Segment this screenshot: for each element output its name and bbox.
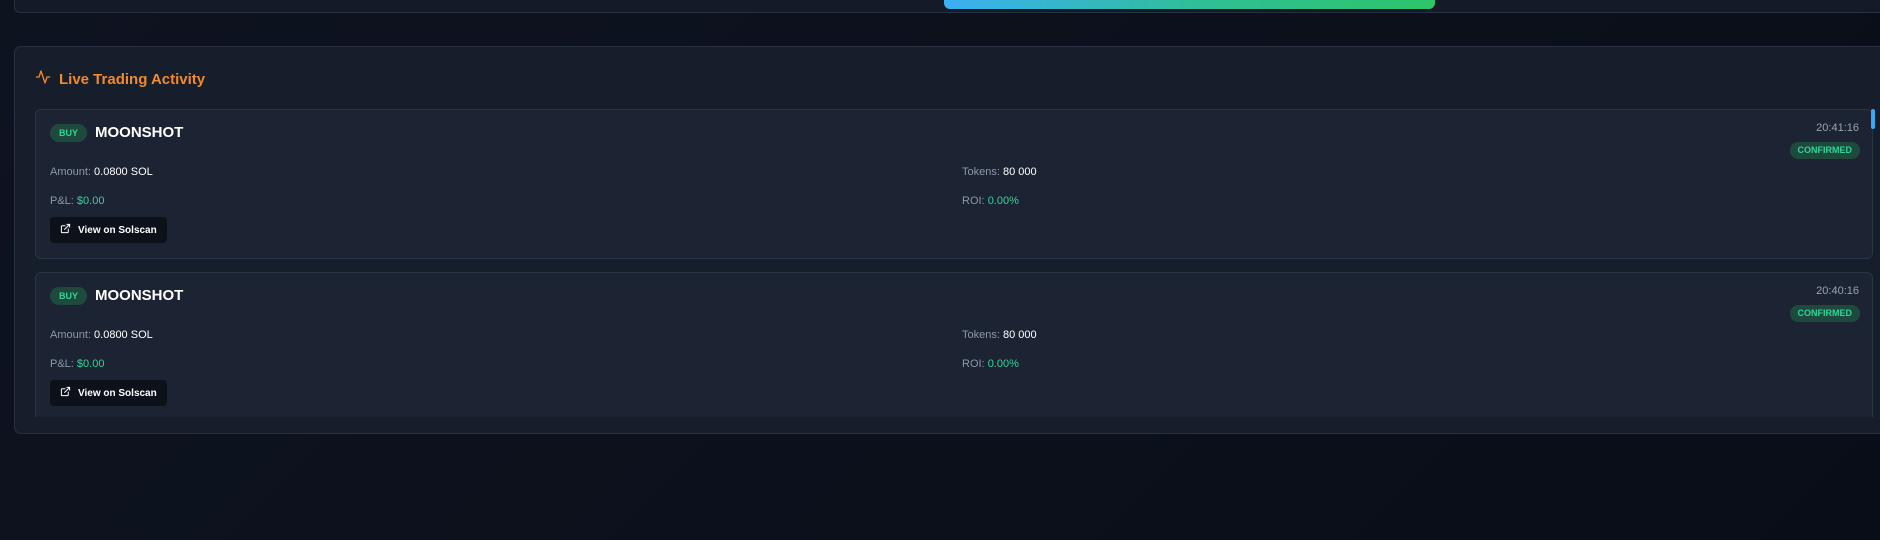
solscan-label: View on Solscan: [78, 387, 157, 399]
external-link-icon: [60, 223, 71, 237]
tokens-field: Tokens: 80 000: [962, 329, 1037, 341]
status-badge: CONFIRMED: [1789, 142, 1860, 159]
view-on-solscan-button[interactable]: View on Solscan: [50, 380, 167, 406]
amount-value: 0.0800 SOL: [94, 329, 153, 341]
tokens-field: Tokens: 80 000: [962, 166, 1037, 178]
token-name: MOONSHOT: [95, 124, 184, 141]
roi-label: ROI:: [962, 195, 985, 207]
roi-value: 0.00%: [987, 358, 1019, 370]
pnl-field: P&L: $0.00: [50, 195, 104, 207]
view-on-solscan-button[interactable]: View on Solscan: [50, 217, 167, 243]
live-trading-panel: Live Trading Activity BUY MOONSHOT 20:41…: [14, 46, 1880, 434]
amount-label: Amount:: [50, 329, 91, 341]
trade-list[interactable]: BUY MOONSHOT 20:41:16 CONFIRMED Amount: …: [35, 109, 1880, 417]
list-scrollbar[interactable]: [1871, 109, 1875, 129]
token-name: MOONSHOT: [95, 287, 184, 304]
pnl-label: P&L:: [50, 195, 74, 207]
tokens-value: 80 000: [1002, 329, 1037, 341]
tokens-value: 80 000: [1002, 166, 1037, 178]
pnl-field: P&L: $0.00: [50, 358, 104, 370]
roi-field: ROI: 0.00%: [962, 358, 1019, 370]
amount-value: 0.0800 SOL: [94, 166, 153, 178]
tokens-label: Tokens:: [962, 166, 1000, 178]
tokens-label: Tokens:: [962, 329, 1000, 341]
pnl-label: P&L:: [50, 358, 74, 370]
external-link-icon: [60, 386, 71, 400]
trade-card: BUY MOONSHOT 20:40:16 CONFIRMED Amount: …: [35, 272, 1873, 417]
panel-title: Live Trading Activity: [59, 70, 206, 88]
solscan-label: View on Solscan: [78, 224, 157, 236]
pnl-value: $0.00: [76, 358, 105, 370]
panel-header: Live Trading Activity: [35, 67, 205, 91]
amount-field: Amount: 0.0800 SOL: [50, 166, 153, 178]
trade-card: BUY MOONSHOT 20:41:16 CONFIRMED Amount: …: [35, 109, 1873, 259]
amount-field: Amount: 0.0800 SOL: [50, 329, 153, 341]
trade-time: 20:41:16: [1816, 122, 1859, 134]
roi-label: ROI:: [962, 358, 985, 370]
progress-bar: [944, 0, 1435, 9]
roi-value: 0.00%: [987, 195, 1019, 207]
amount-label: Amount:: [50, 166, 91, 178]
activity-icon: [35, 69, 51, 90]
roi-field: ROI: 0.00%: [962, 195, 1019, 207]
side-badge: BUY: [50, 124, 88, 142]
status-badge: CONFIRMED: [1789, 305, 1860, 322]
side-badge: BUY: [50, 287, 88, 305]
pnl-value: $0.00: [76, 195, 105, 207]
trade-time: 20:40:16: [1816, 285, 1859, 297]
